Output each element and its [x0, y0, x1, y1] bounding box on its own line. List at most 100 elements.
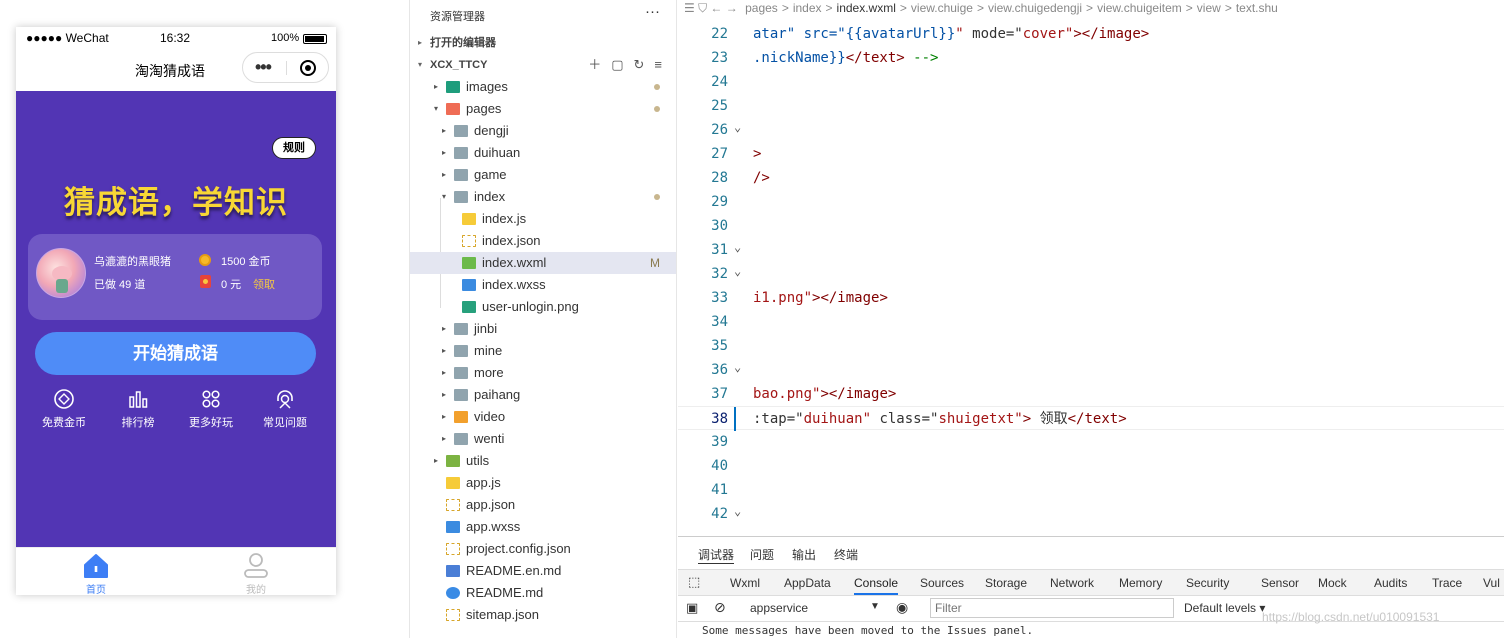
tree-item-jinbi[interactable]: ▸ jinbi [410, 318, 676, 340]
code-line[interactable]: 39 [678, 430, 1504, 454]
tool-tab-mock[interactable]: Mock [1318, 576, 1347, 590]
code-line[interactable]: 28 /> [678, 166, 1504, 190]
more-dots-icon[interactable]: ••• [255, 57, 272, 78]
tree-item-more[interactable]: ▸ more [410, 362, 676, 384]
tree-item-project-config-json[interactable]: project.config.json [410, 538, 676, 560]
editor-nav-icons[interactable]: ☰ ⛉ ← → [684, 1, 741, 15]
chevron-down-icon[interactable]: ▾ [442, 186, 446, 208]
tree-item-app-js[interactable]: app.js [410, 472, 676, 494]
code-line[interactable]: 36 ⌄ [678, 358, 1504, 382]
menu-item-ranking[interactable]: 排行榜 [103, 388, 173, 430]
code-line[interactable]: 30 [678, 214, 1504, 238]
log-levels-select[interactable]: Default levels ▾ [1184, 601, 1265, 615]
open-editors-section[interactable]: ▸ 打开的编辑器 [410, 32, 676, 54]
tree-item-index-wxss[interactable]: index.wxss [410, 274, 676, 296]
chevron-right-icon[interactable]: ▸ [442, 428, 446, 450]
breadcrumb-item[interactable]: view.chuige [911, 1, 973, 15]
tree-item-utils[interactable]: ▸ utils [410, 450, 676, 472]
tree-item-duihuan[interactable]: ▸ duihuan [410, 142, 676, 164]
tool-tab-console[interactable]: Console [854, 576, 899, 595]
tree-item-paihang[interactable]: ▸ paihang [410, 384, 676, 406]
tree-item-wenti[interactable]: ▸ wenti [410, 428, 676, 450]
fold-chevron-icon[interactable]: ⌄ [734, 499, 741, 523]
fold-chevron-icon[interactable]: ⌄ [734, 115, 741, 139]
code-line[interactable]: 29 [678, 190, 1504, 214]
start-game-button[interactable]: 开始猜成语 [35, 332, 316, 375]
code-line[interactable]: 42 ⌄ [678, 502, 1504, 526]
fold-chevron-icon[interactable]: ⌄ [734, 355, 741, 379]
code-line[interactable]: 26 ⌄ [678, 118, 1504, 142]
breadcrumb-item[interactable]: text.shu [1236, 1, 1278, 15]
tool-tab-sources[interactable]: Sources [920, 576, 964, 590]
inspect-icon[interactable]: ⬚ [688, 574, 700, 590]
breadcrumb-item[interactable]: view.chuigedengji [988, 1, 1082, 15]
chevron-right-icon[interactable]: ▸ [434, 76, 438, 98]
tool-tab-security[interactable]: Security [1186, 576, 1229, 590]
tab-mine[interactable]: 我的 [226, 552, 286, 595]
code-line[interactable]: 25 [678, 94, 1504, 118]
fold-chevron-icon[interactable]: ⌄ [734, 259, 741, 283]
tree-item-index-json[interactable]: index.json [410, 230, 676, 252]
tree-item-game[interactable]: ▸ game [410, 164, 676, 186]
code-line[interactable]: 33 i1.png"></image> [678, 286, 1504, 310]
tab-debugger[interactable]: 调试器 [698, 546, 735, 564]
tree-item-readme-en-md[interactable]: README.en.md [410, 560, 676, 582]
tree-item-index-js[interactable]: index.js [410, 208, 676, 230]
code-line[interactable]: 41 [678, 478, 1504, 502]
code-line[interactable]: 32 ⌄ [678, 262, 1504, 286]
tree-item-dengji[interactable]: ▸ dengji [410, 120, 676, 142]
clear-console-icon[interactable]: ⊘ [714, 599, 726, 616]
claim-link[interactable]: 领取 [253, 276, 275, 292]
tool-tab-network[interactable]: Network [1050, 576, 1094, 590]
code-line[interactable]: 34 [678, 310, 1504, 334]
code-line[interactable]: 31 ⌄ [678, 238, 1504, 262]
more-actions-icon[interactable]: ··· [645, 3, 660, 20]
breadcrumb-item[interactable]: view.chuigeitem [1097, 1, 1182, 15]
tree-item-user-unlogin-png[interactable]: user-unlogin.png [410, 296, 676, 318]
tab-home[interactable]: 首页 [66, 552, 126, 595]
rules-button[interactable]: 规则 [272, 137, 316, 159]
menu-item-free-coins[interactable]: 免费金币 [29, 388, 99, 430]
tree-item-mine[interactable]: ▸ mine [410, 340, 676, 362]
code-line[interactable]: 38:tap="duihuan" class="shuigetxt"> 领取</… [678, 406, 1504, 431]
breadcrumb-item[interactable]: index [793, 1, 822, 15]
tool-tab-trace[interactable]: Trace [1432, 576, 1462, 590]
tree-item-index-wxml[interactable]: index.wxml M [410, 252, 676, 274]
breadcrumb-item[interactable]: pages [745, 1, 778, 15]
fold-chevron-icon[interactable]: ⌄ [734, 235, 741, 259]
tool-tab-memory[interactable]: Memory [1119, 576, 1162, 590]
tab-problems[interactable]: 问题 [750, 546, 774, 563]
tool-tab-sensor[interactable]: Sensor [1261, 576, 1299, 590]
chevron-right-icon[interactable]: ▸ [442, 340, 446, 362]
code-line[interactable]: 27 > [678, 142, 1504, 166]
chevron-down-icon[interactable]: ▼ [870, 601, 880, 612]
tree-item-sitemap-json[interactable]: sitemap.json [410, 604, 676, 626]
tab-output[interactable]: 输出 [792, 546, 816, 563]
sidebar-toggle-icon[interactable]: ▣ [686, 600, 698, 616]
tree-item-index[interactable]: ▾ index [410, 186, 676, 208]
chevron-right-icon[interactable]: ▸ [442, 164, 446, 186]
code-line[interactable]: 24 [678, 70, 1504, 94]
chevron-down-icon[interactable]: ▾ [434, 98, 438, 120]
chevron-right-icon[interactable]: ▸ [442, 142, 446, 164]
project-actions[interactable]: ＋▢↻≡ [588, 54, 672, 76]
tree-item-video[interactable]: ▸ video [410, 406, 676, 428]
code-line[interactable]: 35 [678, 334, 1504, 358]
breadcrumb-item[interactable]: view [1197, 1, 1221, 15]
context-select[interactable]: appservice [750, 601, 808, 615]
chevron-right-icon[interactable]: ▸ [442, 406, 446, 428]
eye-icon[interactable]: ◉ [896, 599, 908, 616]
tool-tab-appdata[interactable]: AppData [784, 576, 831, 590]
chevron-right-icon[interactable]: ▸ [442, 120, 446, 142]
code-line[interactable]: 40 [678, 454, 1504, 478]
tree-item-images[interactable]: ▸ images [410, 76, 676, 98]
tree-item-app-json[interactable]: app.json [410, 494, 676, 516]
tree-item-pages[interactable]: ▾ pages [410, 98, 676, 120]
menu-item-more-games[interactable]: 更多好玩 [176, 388, 246, 430]
project-section[interactable]: ▾ XCX_TTCY ＋▢↻≡ [410, 54, 676, 76]
tree-item-readme-md[interactable]: README.md [410, 582, 676, 604]
tool-tab-wxml[interactable]: Wxml [730, 576, 760, 590]
menu-item-faq[interactable]: 常见问题 [250, 388, 320, 430]
code-line[interactable]: 37 bao.png"></image> [678, 382, 1504, 406]
chevron-right-icon[interactable]: ▸ [442, 384, 446, 406]
